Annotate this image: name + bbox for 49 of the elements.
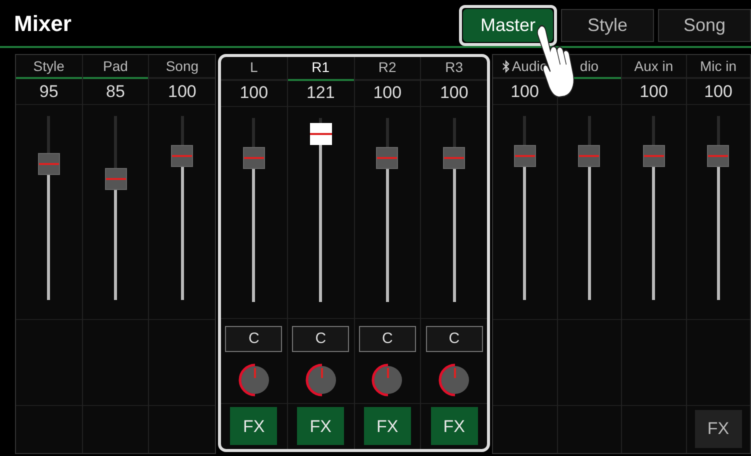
fader-thumb[interactable] (443, 147, 466, 170)
pan-knob[interactable] (304, 362, 338, 398)
channel-label[interactable]: L (250, 57, 258, 78)
tab[interactable]: Master (463, 8, 553, 42)
fader-thumb[interactable] (578, 145, 600, 168)
channel-label[interactable]: Style (33, 56, 64, 76)
channel-value: 100 (240, 82, 268, 104)
fx-button[interactable]: FX (430, 407, 478, 446)
channel-label[interactable]: Mic in (700, 56, 737, 76)
channel-value: 95 (39, 80, 58, 103)
fader-thumb[interactable] (514, 145, 536, 168)
pan-knob[interactable] (370, 362, 404, 398)
bluetooth-icon (502, 60, 510, 72)
fader-thumb[interactable] (104, 168, 126, 190)
fader-thumb[interactable] (171, 145, 194, 168)
channel-label[interactable]: dio (580, 56, 599, 76)
pan-knob[interactable] (236, 362, 271, 398)
channel-label[interactable]: R1 (312, 57, 330, 78)
fader-thumb[interactable] (642, 145, 665, 168)
tab[interactable]: Song (658, 8, 751, 42)
pan-field[interactable]: C (292, 326, 350, 352)
fader-thumb[interactable] (310, 122, 332, 145)
channel-value: 100 (373, 82, 402, 104)
fx-button[interactable]: FX (230, 407, 278, 446)
channel-label[interactable]: R3 (445, 57, 464, 78)
pan-knob[interactable] (437, 362, 472, 398)
channel-label[interactable]: Pad (103, 56, 128, 76)
fader-thumb[interactable] (376, 147, 398, 170)
channel-label[interactable]: Song (166, 56, 199, 76)
channel-value: 85 (106, 80, 125, 103)
channel-value: 100 (640, 80, 668, 103)
channel-value: 121 (306, 82, 335, 104)
fx-button[interactable]: FX (297, 407, 344, 446)
fader-thumb[interactable] (242, 147, 265, 170)
fader-thumb[interactable] (707, 145, 730, 168)
channel-value: 100 (440, 82, 468, 104)
fader-thumb[interactable] (38, 152, 60, 175)
fx-button[interactable]: FX (694, 410, 742, 448)
window-title: Mixer (14, 10, 72, 38)
channel-label[interactable]: R2 (378, 57, 396, 78)
channel-value: 100 (168, 80, 196, 103)
pan-field[interactable]: C (426, 326, 483, 352)
channel-value: 100 (704, 80, 732, 103)
channel-value: 100 (510, 80, 539, 103)
pan-field[interactable]: C (358, 326, 416, 352)
pan-field[interactable]: C (225, 326, 282, 352)
tab[interactable]: Style (561, 8, 654, 42)
fx-button[interactable]: FX (364, 407, 411, 446)
channel-label[interactable]: Aux in (634, 56, 674, 76)
